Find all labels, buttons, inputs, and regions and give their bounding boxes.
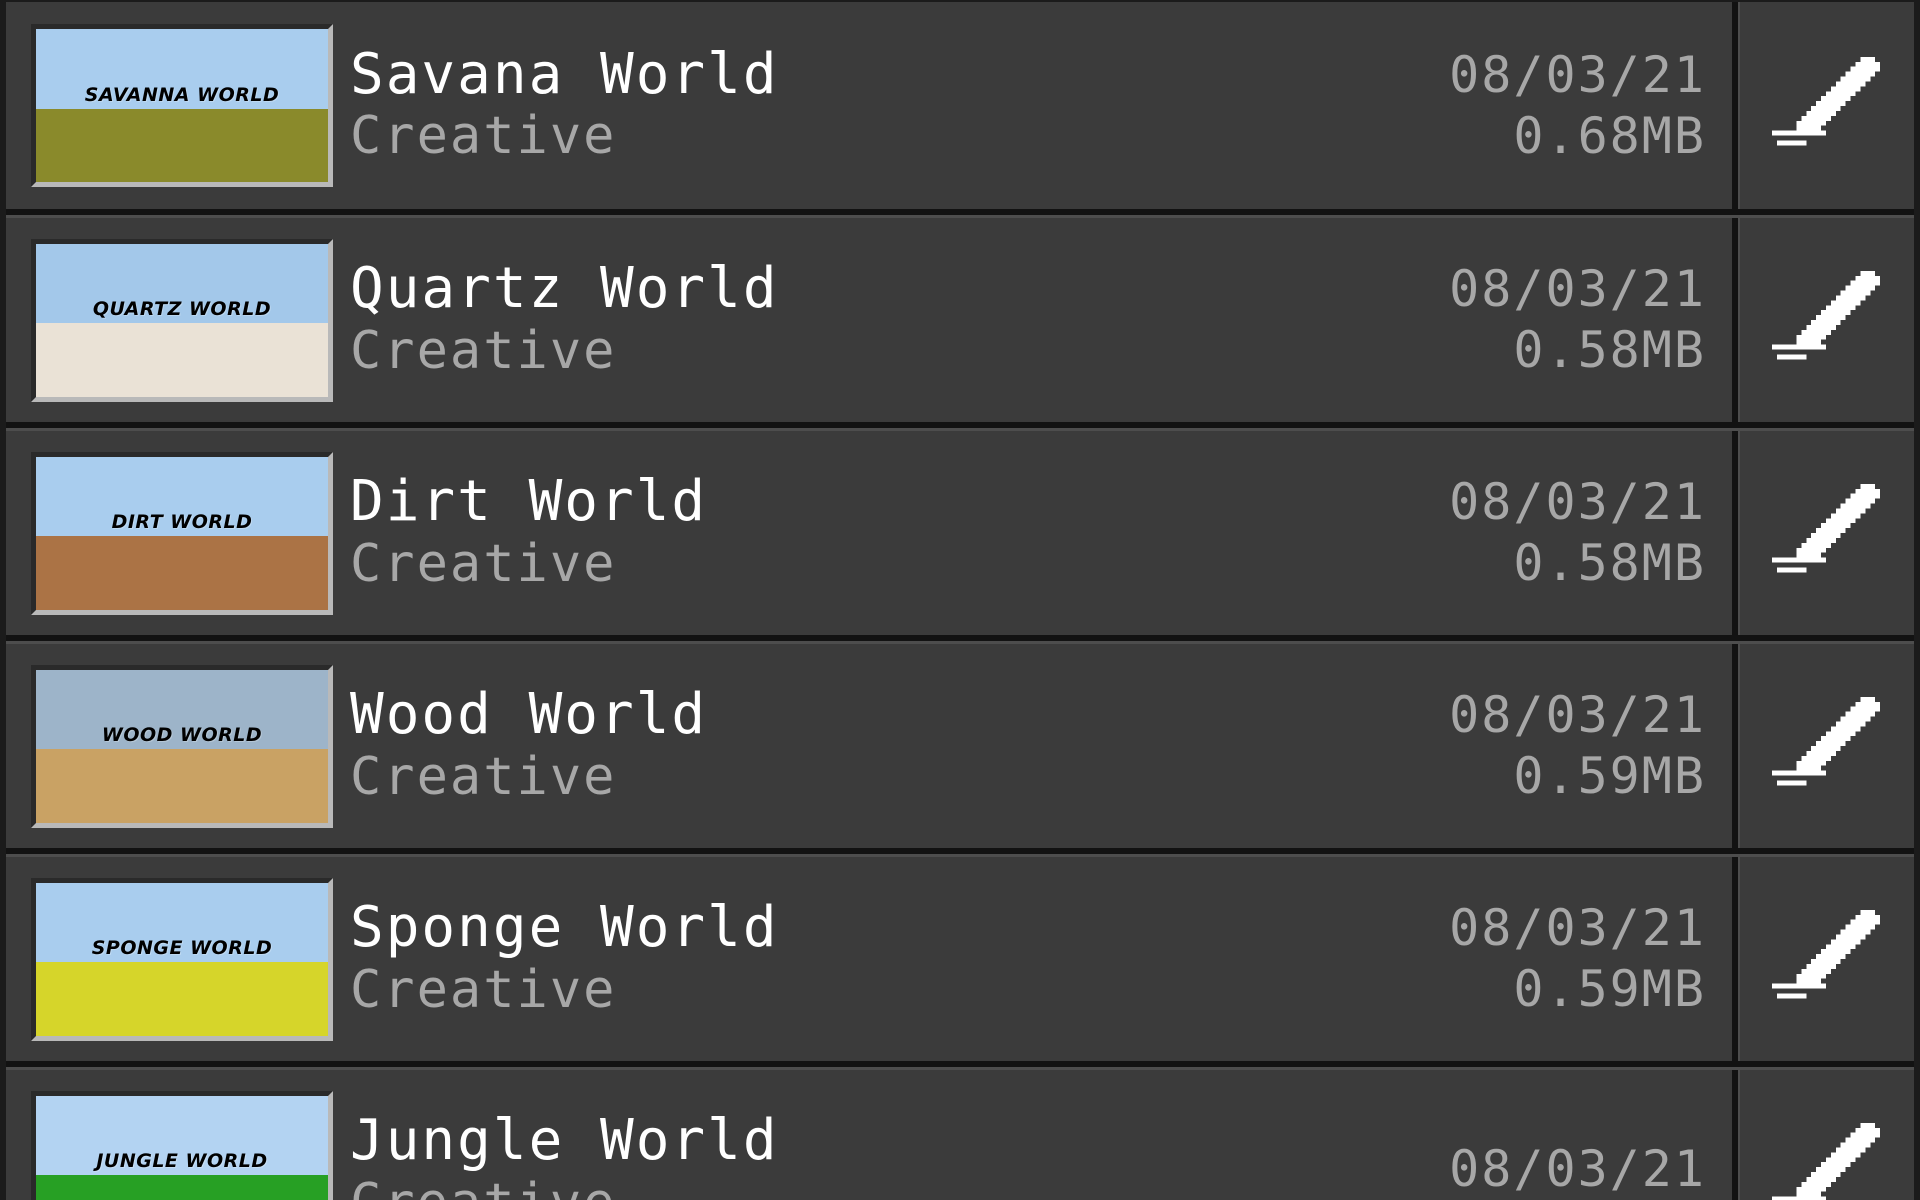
world-title: Jungle World [350,1108,779,1173]
pencil-edit-icon [1771,696,1881,786]
thumbnail-label: WOOD WORLD [101,724,263,747]
world-info: Sponge World Creative [336,857,1302,1061]
world-thumbnail-wrap: SPONGE WORLD [6,857,336,1061]
world-thumbnail-wrap: DIRT WORLD [6,431,336,635]
world-meta: 08/03/21 0.58MB [1302,431,1732,635]
world-info: Savana World Creative [336,2,1302,209]
world-thumbnail-wrap: SAVANNA WORLD [6,2,336,209]
world-row-3[interactable]: WOOD WORLD Wood World Creative 08/03/21 … [0,641,1914,854]
world-thumbnail: DIRT WORLD [31,451,333,615]
pencil-edit-icon [1771,1122,1881,1200]
world-gamemode: Creative [350,106,617,167]
pencil-edit-icon [1771,483,1881,573]
world-gamemode: Creative [350,1174,1302,1200]
world-gamemode: Creative [350,959,617,1020]
world-row-2[interactable]: DIRT WORLD Dirt World Creative 08/03/21 … [0,428,1914,641]
world-meta: 08/03/21 0.59MB [1302,857,1732,1061]
thumbnail-ground [36,1175,328,1200]
pencil-edit-icon [1771,909,1881,999]
edit-world-button[interactable] [1732,2,1914,209]
world-row-0[interactable]: SAVANNA WORLD Savana World Creative 08/0… [0,0,1914,215]
world-gamemode: Creative [350,320,617,381]
world-size: 0.59MB [1513,747,1706,805]
thumbnail-label: JUNGLE WORLD [96,1150,268,1173]
world-date: 08/03/21 [1449,899,1706,957]
thumbnail-label: SPONGE WORLD [91,937,273,960]
world-info: Quartz World Creative [336,218,1302,422]
pencil-edit-icon [1771,270,1881,360]
world-size: 0.68MB [1513,106,1706,165]
edit-world-button[interactable] [1732,857,1914,1061]
world-title: Sponge World [350,895,779,960]
world-info: Wood World Creative [336,644,1302,848]
world-info: Jungle World Creative [336,1070,1302,1200]
world-thumbnail: SAVANNA WORLD [31,24,333,187]
world-title: Wood World [350,682,708,747]
thumbnail-ground [36,536,328,610]
thumbnail-label: DIRT WORLD [111,511,253,534]
thumbnail-ground [36,108,328,182]
thumbnail-ground [36,749,328,823]
world-thumbnail: JUNGLE WORLD [31,1090,333,1200]
thumbnail-ground [36,962,328,1036]
world-meta: 08/03/21 0.59MB [1302,644,1732,848]
world-date: 08/03/21 [1449,473,1706,531]
pencil-edit-icon [1771,56,1881,145]
world-row-4[interactable]: SPONGE WORLD Sponge World Creative 08/03… [0,854,1914,1067]
worlds-list: SAVANNA WORLD Savana World Creative 08/0… [0,0,1920,1200]
world-row-5[interactable]: JUNGLE WORLD Jungle World Creative 08/03… [0,1067,1914,1200]
world-info: Dirt World Creative [336,431,1302,635]
world-gamemode: Creative [350,746,617,807]
world-size: 0.58MB [1513,534,1706,592]
world-meta: 08/03/21 0.58MB [1302,218,1732,422]
edit-world-button[interactable] [1732,1070,1914,1200]
edit-world-button[interactable] [1732,218,1914,422]
world-thumbnail: WOOD WORLD [31,664,333,828]
thumbnail-label: SAVANNA WORLD [84,83,280,106]
edit-world-button[interactable] [1732,431,1914,635]
world-title: Dirt World [350,469,708,534]
world-thumbnail-wrap: QUARTZ WORLD [6,218,336,422]
world-date: 08/03/21 [1449,260,1706,318]
world-thumbnail: SPONGE WORLD [31,877,333,1041]
edit-world-button[interactable] [1732,644,1914,848]
thumbnail-ground [36,323,328,397]
world-date: 08/03/21 [1449,45,1706,104]
world-meta: 08/03/21 [1302,1070,1732,1200]
world-gamemode: Creative [350,533,617,594]
world-meta: 08/03/21 0.68MB [1302,2,1732,209]
world-date: 08/03/21 [1449,1139,1706,1198]
world-thumbnail-wrap: WOOD WORLD [6,644,336,848]
world-thumbnail: QUARTZ WORLD [31,238,333,402]
thumbnail-label: QUARTZ WORLD [92,298,272,321]
world-title: Savana World [350,41,779,107]
world-thumbnail-wrap: JUNGLE WORLD [6,1070,336,1200]
world-size: 0.59MB [1513,960,1706,1018]
world-row-1[interactable]: QUARTZ WORLD Quartz World Creative 08/03… [0,215,1914,428]
world-size: 0.58MB [1513,321,1706,379]
world-date: 08/03/21 [1449,686,1706,744]
world-title: Quartz World [350,256,779,321]
